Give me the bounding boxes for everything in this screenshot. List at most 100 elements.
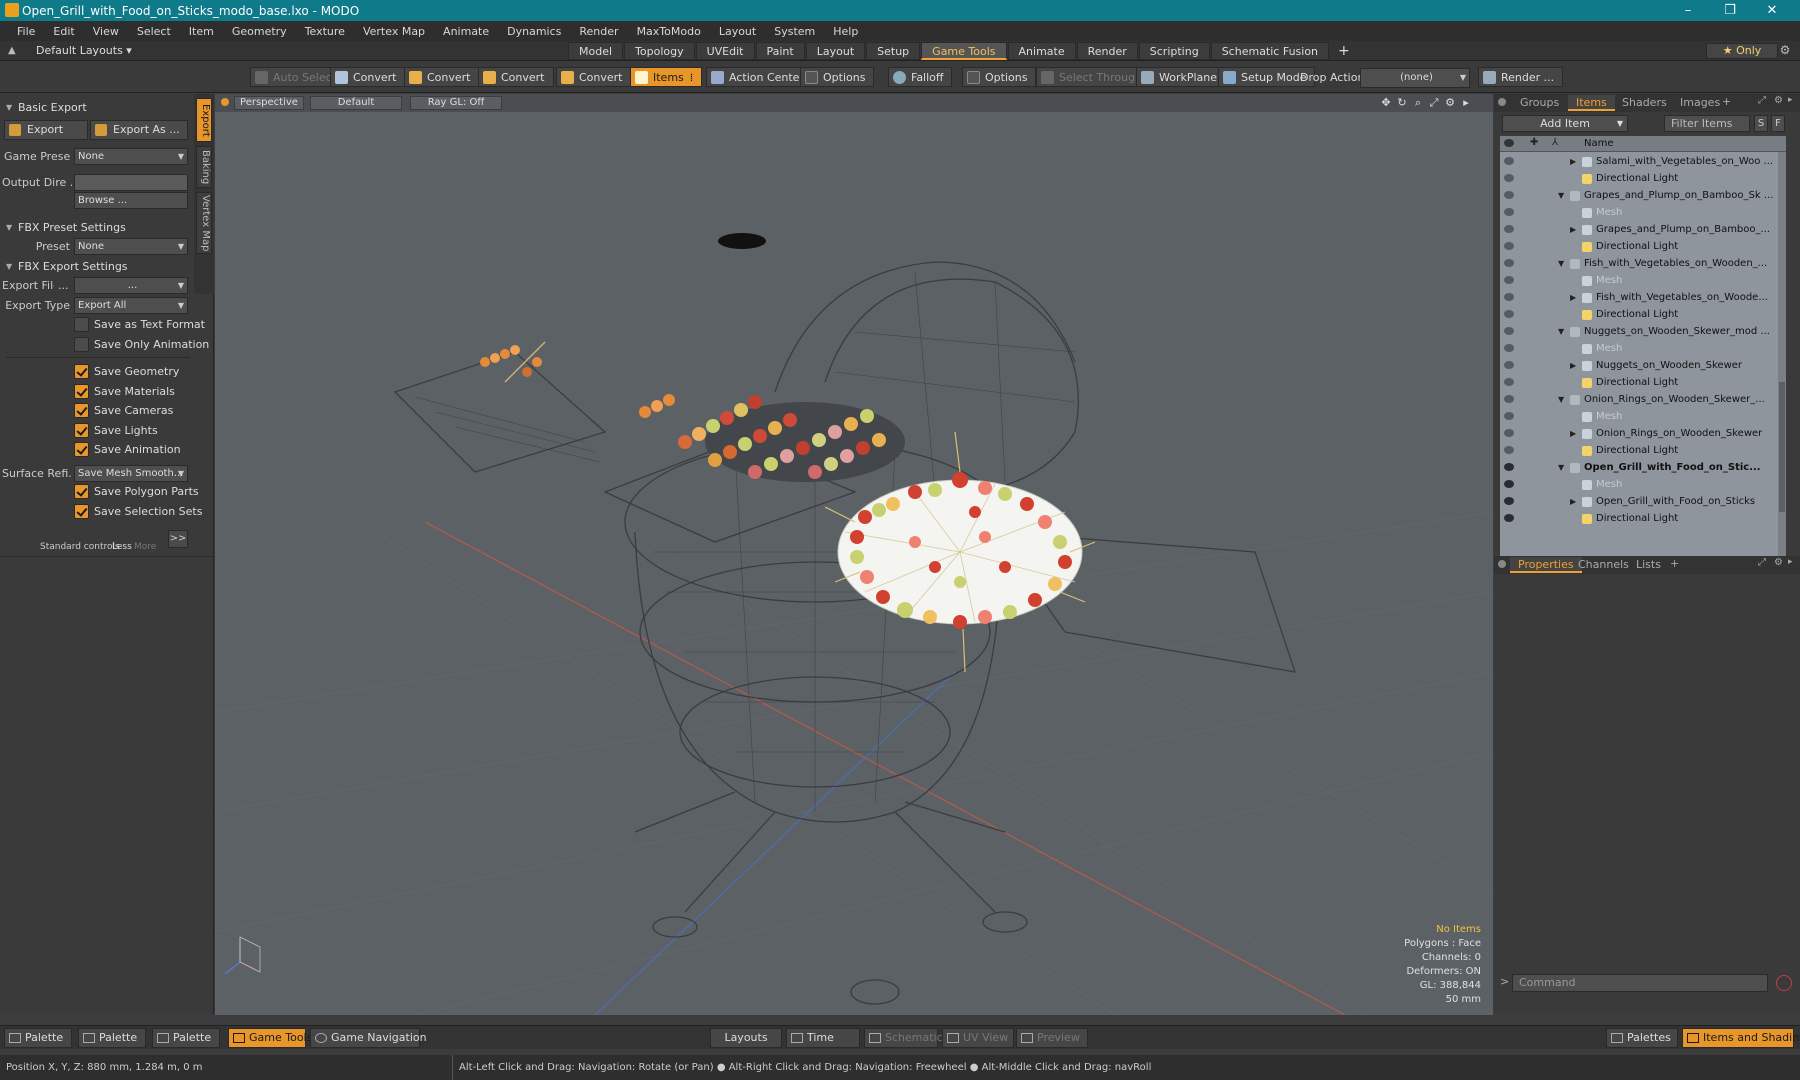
gear-icon[interactable]: ⚙ [1776, 43, 1794, 59]
collapsed-triangle-icon[interactable]: ▶ [1570, 221, 1576, 238]
visibility-eye-icon[interactable] [1504, 361, 1514, 369]
items-mode-button[interactable]: Items ⁞ [630, 67, 703, 87]
collapsed-triangle-icon[interactable]: ▶ [1570, 289, 1576, 306]
item-list-row[interactable]: ▶ Grapes_and_Plump_on_Bamboo_... [1500, 221, 1786, 238]
item-list-scrollbar[interactable] [1778, 152, 1786, 623]
tab-setup[interactable]: Setup [866, 42, 921, 60]
menu-system[interactable]: System [765, 25, 824, 38]
viewport-menu-icon[interactable]: ▸ [1459, 96, 1473, 110]
f-button[interactable]: F [1771, 115, 1785, 132]
tab-layout[interactable]: Layout [805, 42, 866, 60]
tab-channels[interactable]: Channels [1570, 557, 1637, 573]
drop-action-select[interactable]: (none) ▼ [1360, 68, 1470, 88]
menu-help[interactable]: Help [824, 25, 867, 38]
panel-menu-icon[interactable]: ▸ [1788, 95, 1793, 105]
palettes-button[interactable]: Palettes [1606, 1028, 1678, 1048]
visibility-eye-icon[interactable] [1504, 480, 1514, 488]
visibility-eye-icon[interactable] [1504, 191, 1514, 199]
item-list-row[interactable]: ▶ Open_Grill_with_Food_on_Sticks [1500, 493, 1786, 510]
only-button[interactable]: ★ Only [1706, 43, 1778, 59]
game-preset-select[interactable]: None ▼ [74, 148, 188, 165]
visibility-eye-icon[interactable] [1504, 327, 1514, 335]
visibility-eye-icon[interactable] [1504, 225, 1514, 233]
more-link[interactable]: More [134, 542, 156, 552]
zoom-view-icon[interactable]: ⌕ [1411, 96, 1425, 110]
menu-texture[interactable]: Texture [296, 25, 354, 38]
item-list-row[interactable]: Directional Light [1500, 442, 1786, 459]
record-icon[interactable] [1776, 975, 1792, 991]
panel-menu-icon[interactable]: ▸ [1788, 557, 1793, 567]
collapse-up-icon[interactable]: ▲ [8, 45, 20, 57]
palette-button-3[interactable]: Palette [152, 1028, 220, 1048]
tab-images[interactable]: Images [1672, 95, 1728, 111]
options-button-1[interactable]: Options [800, 67, 875, 87]
item-list-row[interactable]: ▶ Salami_with_Vegetables_on_Woo ... [1500, 153, 1786, 170]
tab-topology[interactable]: Topology [624, 42, 695, 60]
menu-dynamics[interactable]: Dynamics [498, 25, 570, 38]
item-list-row[interactable]: Mesh [1500, 408, 1786, 425]
action-center-button[interactable]: Action Center [706, 67, 813, 87]
collapsed-triangle-icon[interactable]: ▶ [1570, 357, 1576, 374]
minimize-button[interactable]: – [1668, 0, 1708, 21]
visibility-eye-icon[interactable] [1504, 276, 1514, 284]
basic-export-section[interactable]: ▼ Basic Export [0, 100, 194, 116]
item-list-row[interactable]: Directional Light [1500, 170, 1786, 187]
collapsed-triangle-icon[interactable]: ▶ [1570, 425, 1576, 442]
options-button-2[interactable]: Options [962, 67, 1037, 87]
visibility-eye-icon[interactable] [1504, 395, 1514, 403]
panel-settings-icon[interactable]: ⚙ [1774, 95, 1783, 106]
default-layouts-dropdown[interactable]: Default Layouts ▾ [36, 44, 132, 57]
fbx-preset-section[interactable]: ▼ FBX Preset Settings [0, 220, 194, 236]
item-list-row[interactable]: Mesh [1500, 204, 1786, 221]
save-polygon-parts-checkbox[interactable] [74, 484, 89, 499]
menu-layout[interactable]: Layout [710, 25, 765, 38]
move-view-icon[interactable]: ✥ [1379, 96, 1393, 110]
render-button[interactable]: Render ... [1478, 67, 1564, 87]
fbx-export-section[interactable]: ▼ FBX Export Settings [0, 259, 194, 275]
expanded-triangle-icon[interactable]: ▼ [1558, 323, 1564, 340]
save-only-animation-checkbox[interactable] [74, 337, 89, 352]
lock-column-icon[interactable]: ✚ [1530, 137, 1538, 148]
schematic-button[interactable]: Schematic [864, 1028, 943, 1048]
save-cameras-checkbox[interactable] [74, 403, 89, 418]
menu-geometry[interactable]: Geometry [223, 25, 296, 38]
visibility-eye-icon[interactable] [1504, 378, 1514, 386]
tab-schematic-fusion[interactable]: Schematic Fusion [1210, 42, 1330, 60]
vtab-baking[interactable]: Baking [196, 146, 212, 188]
save-selection-sets-checkbox[interactable] [74, 504, 89, 519]
select-through-button[interactable]: Select Through [1036, 67, 1152, 87]
fit-view-icon[interactable]: ⤢ [1427, 96, 1441, 110]
raygl-button[interactable]: Ray GL: Off [410, 96, 502, 110]
vtab-vertex-map[interactable]: Vertex Map [196, 192, 212, 254]
s-button[interactable]: S [1754, 115, 1768, 132]
falloff-button[interactable]: Falloff [888, 67, 953, 87]
visibility-eye-icon[interactable] [1504, 497, 1514, 505]
expanded-triangle-icon[interactable]: ▼ [1558, 187, 1564, 204]
item-list-row[interactable]: Mesh [1500, 272, 1786, 289]
expanded-triangle-icon[interactable]: ▼ [1558, 459, 1564, 476]
3d-viewport[interactable]: Perspective Default Ray GL: Off ✥ ↻ ⌕ ⤢ … [215, 94, 1493, 1015]
items-and-shading-button[interactable]: Items and Shading [1682, 1028, 1800, 1048]
tab-shaders[interactable]: Shaders [1614, 95, 1675, 111]
less-link[interactable]: Less [112, 542, 132, 552]
layouts-button[interactable]: Layouts [710, 1028, 782, 1048]
shading-default-button[interactable]: Default [310, 96, 402, 110]
collapsed-triangle-icon[interactable]: ▶ [1570, 493, 1576, 510]
menu-edit[interactable]: Edit [44, 25, 83, 38]
item-list-row[interactable]: Mesh [1500, 476, 1786, 493]
type-column-icon[interactable]: ⅄ [1552, 137, 1558, 148]
item-list-row[interactable]: Directional Light [1500, 238, 1786, 255]
item-list-row[interactable]: ▼ Open_Grill_with_Food_on_Stic... [1500, 459, 1786, 476]
tab-render[interactable]: Render [1076, 42, 1138, 60]
tab-uvedit[interactable]: UVEdit [695, 42, 755, 60]
add-item-button[interactable]: Add Item ▼ [1502, 115, 1628, 132]
item-list-row[interactable]: ▶ Onion_Rings_on_Wooden_Skewer [1500, 425, 1786, 442]
add-tab-button[interactable]: + [1670, 557, 1679, 570]
expand-button[interactable]: >> [168, 530, 188, 548]
expanded-triangle-icon[interactable]: ▼ [1558, 255, 1564, 272]
menu-animate[interactable]: Animate [434, 25, 498, 38]
tab-game-tools[interactable]: Game Tools [921, 42, 1007, 60]
visibility-eye-icon[interactable] [1504, 344, 1514, 352]
palette-button-1[interactable]: Palette [4, 1028, 72, 1048]
name-column-header[interactable]: Name [1584, 138, 1614, 149]
